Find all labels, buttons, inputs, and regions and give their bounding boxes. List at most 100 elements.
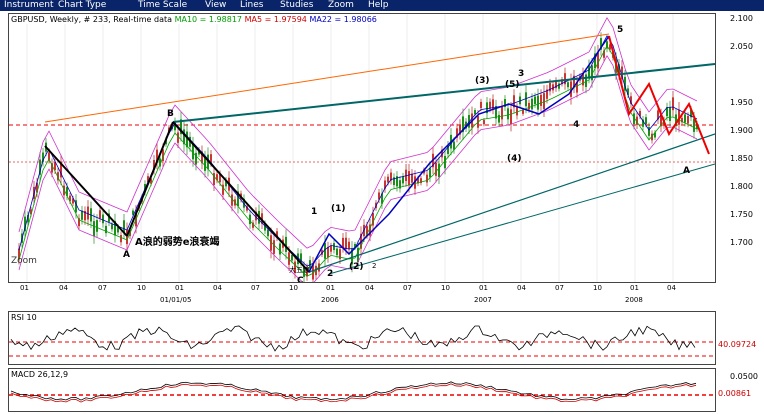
month-tick: 10: [289, 284, 298, 292]
month-tick: 04: [517, 284, 526, 292]
candle-body: [429, 168, 431, 178]
wave-label-a2: A: [683, 166, 690, 176]
price-tick: 1.800: [730, 182, 753, 191]
candle-body: [267, 229, 269, 237]
candle-body: [585, 74, 587, 87]
wave-label-2: 2: [327, 269, 334, 279]
low-note: 大五浪: [289, 266, 310, 274]
month-tick: 01: [326, 284, 335, 292]
wave-label-p4: (4): [507, 154, 522, 164]
menu-view[interactable]: View: [205, 0, 226, 11]
macd-tick: 0.0500: [730, 372, 758, 381]
candle-body: [345, 237, 347, 250]
candle-body: [483, 120, 485, 125]
wave-label-4: 4: [573, 120, 580, 130]
price-tick: 1.850: [730, 154, 753, 163]
rsi-panel[interactable]: RSI 10: [8, 311, 716, 365]
price-axis: 2.100 2.050 1.950 1.900 1.850 1.800 1.75…: [716, 13, 764, 281]
candle-body: [480, 101, 482, 109]
zoom-label: Zoom: [11, 256, 37, 266]
chinese-note: A浪的弱势e浪衰竭: [135, 237, 220, 248]
candle-body: [348, 241, 350, 250]
macd-label: MACD 26,12,9: [11, 370, 69, 379]
year-label: 2007: [474, 296, 492, 304]
candle-body: [435, 162, 437, 176]
year-label: 01/01/05: [160, 296, 192, 304]
candle-body: [93, 221, 95, 237]
macd-chart: [9, 381, 715, 403]
candle-body: [99, 210, 101, 219]
candle-body: [408, 171, 410, 186]
macd-line: [10, 381, 697, 401]
wave-line: [126, 121, 174, 237]
menu-time-scale[interactable]: Time Scale: [138, 0, 187, 11]
month-tick: 01: [20, 284, 29, 292]
menu-chart-type[interactable]: Chart Type: [58, 0, 106, 11]
menu-bar: Instrument Chart Type Time Scale View Li…: [0, 0, 764, 11]
candle-body: [330, 245, 332, 252]
menu-help[interactable]: Help: [368, 0, 389, 11]
candle-body: [411, 173, 413, 183]
wave-label-p5: (5): [505, 80, 520, 90]
candle-body: [96, 220, 98, 232]
month-tick: 07: [251, 284, 260, 292]
candle-body: [501, 106, 503, 120]
year-label: 2008: [625, 296, 643, 304]
ma22-label: MA22 = 1.98066: [309, 15, 377, 24]
month-tick: 01: [175, 284, 184, 292]
ma10-label: MA10 = 1.98817: [174, 15, 243, 24]
time-axis: 01 04 07 10 01 04 07 10 01 04 07 10 01 0…: [8, 282, 714, 310]
wave-label-2b: 2: [372, 262, 377, 270]
candle-body: [426, 174, 428, 183]
rsi-value: 40.09724: [718, 340, 757, 349]
price-tick: 1.900: [730, 126, 753, 135]
macd-axis: 0.0500 0.00861: [716, 368, 764, 410]
month-tick: 01: [479, 284, 488, 292]
chart-header: GBPUSD, Weekly, # 233, Real-time data MA…: [11, 15, 377, 24]
wave-label-p3: (3): [475, 76, 490, 86]
candle-body: [273, 240, 275, 254]
wave-label-b: B: [167, 109, 174, 119]
menu-zoom[interactable]: Zoom: [328, 0, 354, 11]
month-tick: 04: [59, 284, 68, 292]
menu-lines[interactable]: Lines: [240, 0, 263, 11]
month-tick: 10: [441, 284, 450, 292]
rsi-chart: [9, 325, 715, 357]
candle-body: [336, 248, 338, 256]
macd-panel[interactable]: MACD 26,12,9: [8, 368, 716, 412]
price-tick: 1.950: [730, 98, 753, 107]
candle-body: [453, 141, 455, 150]
candle-body: [534, 96, 536, 105]
candle-body: [111, 224, 113, 230]
candle-body: [672, 97, 674, 111]
price-tick: 1.750: [730, 210, 753, 219]
month-tick: 04: [667, 284, 676, 292]
candle-body: [528, 102, 530, 110]
wave-label-p1: (1): [331, 204, 346, 214]
month-tick: 10: [137, 284, 146, 292]
wave-label-p2: (2): [349, 262, 364, 272]
month-tick: 07: [555, 284, 564, 292]
wave-label-1: 1: [311, 207, 318, 217]
candle-body: [387, 176, 389, 183]
candle-body: [87, 206, 89, 220]
month-tick: 07: [98, 284, 107, 292]
month-tick: 04: [365, 284, 374, 292]
price-tick: 1.700: [730, 238, 753, 247]
price-panel[interactable]: GBPUSD, Weekly, # 233, Real-time data MA…: [8, 13, 716, 283]
candle-body: [291, 254, 293, 261]
menu-studies[interactable]: Studies: [280, 0, 313, 11]
price-tick: 2.050: [730, 42, 753, 51]
candle-body: [249, 214, 251, 225]
menu-instrument[interactable]: Instrument: [4, 0, 54, 11]
candle-body: [333, 243, 335, 251]
candle-body: [438, 163, 440, 178]
candle-body: [327, 246, 329, 258]
price-tick: 2.100: [730, 14, 753, 23]
candle-body: [522, 109, 524, 114]
ma5-label: MA5 = 1.97594: [244, 15, 307, 24]
candle-body: [498, 114, 500, 123]
candle-body: [687, 115, 689, 124]
year-label: 2006: [321, 296, 339, 304]
wave-line: [172, 121, 310, 273]
